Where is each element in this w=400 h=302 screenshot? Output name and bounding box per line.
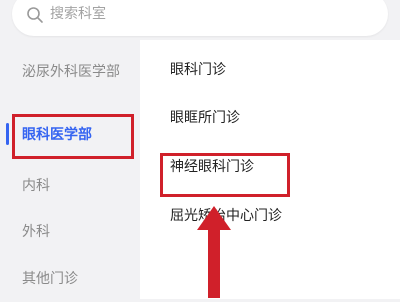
clinic-item-orbit[interactable]: 眼眶所门诊 xyxy=(170,108,240,128)
department-item-urology[interactable]: 泌尿外科医学部 xyxy=(22,62,134,82)
highlight-box-ophthalmology xyxy=(12,114,134,159)
department-item-surgery[interactable]: 外科 xyxy=(22,222,134,242)
active-indicator xyxy=(6,123,9,145)
arrow-up-icon xyxy=(196,206,232,298)
search-input[interactable] xyxy=(50,2,330,26)
clinic-item-ophthalmology[interactable]: 眼科门诊 xyxy=(170,60,226,80)
search-bar[interactable] xyxy=(12,0,388,36)
department-item-internal-medicine[interactable]: 内科 xyxy=(22,176,134,196)
department-item-other-clinics[interactable]: 其他门诊 xyxy=(22,269,134,289)
highlight-box-neuro-clinic xyxy=(160,153,290,197)
search-icon xyxy=(26,6,44,24)
top-bar xyxy=(0,0,400,40)
